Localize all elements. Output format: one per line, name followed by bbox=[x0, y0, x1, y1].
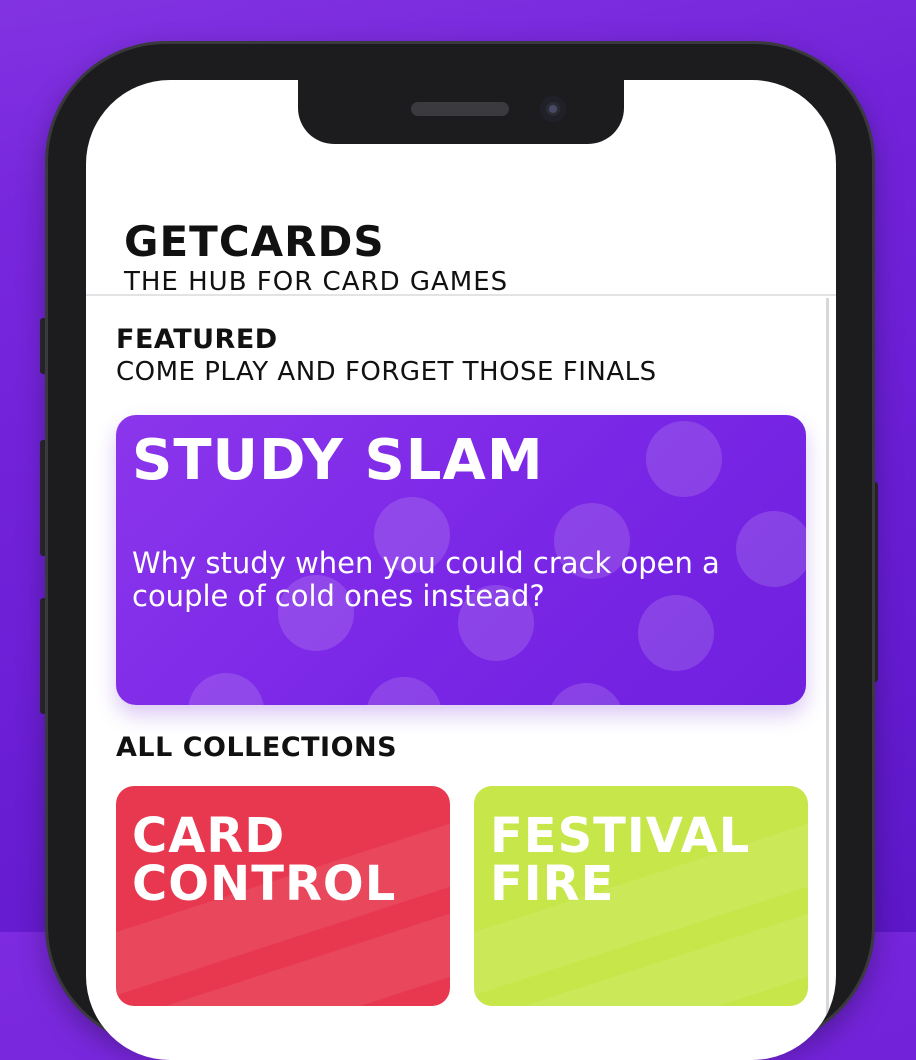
card-decoration-dot bbox=[366, 677, 442, 705]
featured-card-description: Why study when you could crack open a co… bbox=[132, 546, 720, 613]
collections-section-header: ALL COLLECTIONS bbox=[116, 732, 397, 764]
front-camera bbox=[540, 96, 566, 122]
camera-lens bbox=[549, 105, 557, 113]
card-decoration-dot bbox=[548, 683, 624, 705]
app-title: GETCARDS bbox=[124, 217, 385, 266]
card-decoration-dot bbox=[646, 421, 722, 497]
collections-section-title: ALL COLLECTIONS bbox=[116, 732, 398, 763]
phone-screen: GETCARDS THE HUB FOR CARD GAMES FEATURED… bbox=[86, 80, 836, 1060]
speaker-grille bbox=[411, 102, 509, 116]
collection-card-title: FESTIVAL FIRE bbox=[490, 808, 751, 912]
featured-section-title: FEATURED bbox=[116, 324, 278, 355]
featured-section-header: FEATURED COME PLAY AND FORGET THOSE FINA… bbox=[116, 324, 657, 388]
card-decoration-dot bbox=[188, 673, 264, 705]
featured-section-subtitle: COME PLAY AND FORGET THOSE FINALS bbox=[116, 357, 657, 387]
phone-frame: GETCARDS THE HUB FOR CARD GAMES FEATURED… bbox=[48, 44, 872, 1060]
phone-volume-down-button bbox=[40, 598, 48, 714]
app-header: GETCARDS THE HUB FOR CARD GAMES bbox=[124, 220, 508, 298]
scroll-indicator[interactable] bbox=[826, 298, 829, 1018]
collection-card-festival-fire[interactable]: FESTIVAL FIRE bbox=[474, 786, 808, 1006]
collection-card-card-control[interactable]: CARD CONTROL bbox=[116, 786, 450, 1006]
phone-silent-switch bbox=[40, 318, 48, 374]
phone-volume-up-button bbox=[40, 440, 48, 556]
featured-card-study-slam[interactable]: STUDY SLAM Why study when you could crac… bbox=[116, 415, 806, 705]
header-divider bbox=[86, 294, 836, 296]
phone-notch bbox=[298, 80, 624, 144]
featured-card-title: STUDY SLAM bbox=[132, 428, 544, 493]
collection-card-title: CARD CONTROL bbox=[132, 808, 397, 912]
